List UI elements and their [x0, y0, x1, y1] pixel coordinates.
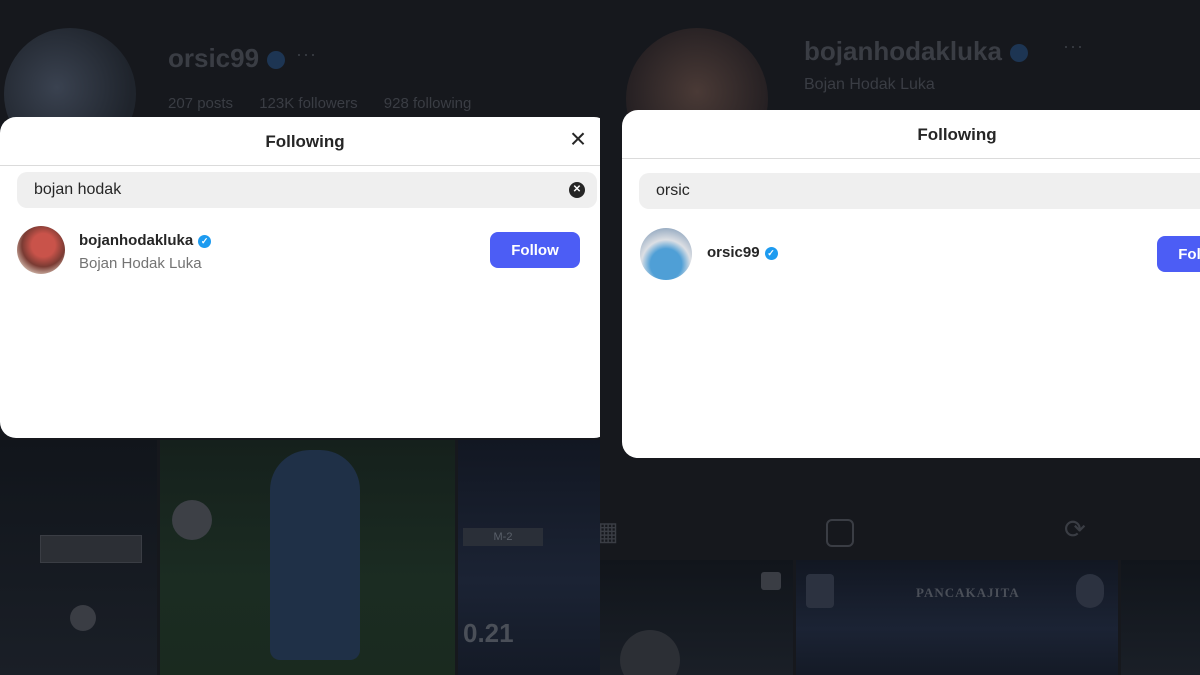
result-full-name: Bojan Hodak Luka — [79, 255, 202, 272]
post-tile[interactable]: PANCAKAJITA — [796, 560, 1118, 675]
ball-image — [70, 605, 96, 631]
followers-count[interactable]: 123K followers — [259, 95, 357, 112]
profile-username-text: orsic99 — [168, 43, 260, 73]
tagged-icon[interactable]: ⟳ — [1064, 514, 1086, 545]
list-item[interactable]: orsic99 ✓ Follow — [622, 224, 1200, 284]
left-screenshot: orsic99 ··· 207 posts 123K followers 928… — [0, 0, 600, 675]
modal-header: Following × — [0, 117, 600, 166]
close-icon[interactable]: × — [566, 125, 590, 153]
video-icon — [761, 572, 781, 590]
club-crest-icon — [1076, 574, 1104, 608]
search-input[interactable] — [656, 173, 1152, 209]
modal-title: Following — [265, 132, 345, 151]
follow-button[interactable]: Follow — [490, 232, 580, 268]
club-crest-icon — [806, 574, 834, 608]
post-tile[interactable] — [0, 440, 157, 675]
stat-number: 0.21 — [463, 618, 514, 648]
post-tile[interactable] — [1121, 560, 1200, 675]
grid-icon[interactable]: ▦ — [600, 516, 619, 547]
post-tile[interactable]: M-2 0.21 — [458, 440, 600, 675]
ball-image — [172, 500, 212, 540]
search-bar[interactable] — [639, 173, 1200, 209]
score-mini: M-2 — [463, 528, 543, 546]
post-tile[interactable] — [160, 440, 455, 675]
avatar[interactable] — [640, 228, 692, 280]
clear-search-icon[interactable]: ✕ — [569, 182, 585, 198]
verified-icon: ✓ — [198, 235, 212, 248]
verified-icon — [1009, 44, 1028, 63]
profile-username-text: bojanhodakluka — [804, 36, 1002, 66]
result-username[interactable]: orsic99 ✓ — [707, 244, 778, 261]
profile-stats: 207 posts 123K followers 928 following — [168, 95, 493, 112]
modal-header: Following — [622, 110, 1200, 159]
search-bar[interactable]: ✕ — [17, 172, 597, 208]
posts-count: 207 posts — [168, 95, 234, 112]
verified-icon: ✓ — [764, 247, 778, 260]
following-count[interactable]: 928 following — [384, 95, 472, 112]
verified-icon — [267, 51, 286, 70]
post-caption: PANCAKAJITA — [916, 585, 1020, 600]
person-silhouette — [620, 630, 680, 675]
more-options-icon[interactable]: ··· — [296, 44, 317, 65]
search-input[interactable] — [34, 172, 498, 208]
list-item[interactable]: bojanhodakluka ✓ Bojan Hodak Luka Follow — [0, 220, 600, 280]
following-modal: Following orsic99 ✓ Follow — [622, 110, 1200, 458]
profile-full-name: Bojan Hodak Luka — [804, 76, 935, 93]
profile-username: bojanhodakluka — [804, 36, 1028, 67]
player-silhouette — [270, 450, 360, 660]
follow-button[interactable]: Follow — [1157, 236, 1200, 272]
more-options-icon[interactable]: ··· — [1063, 36, 1084, 57]
result-username-text[interactable]: orsic99 — [707, 244, 760, 261]
modal-title: Following — [917, 125, 997, 144]
post-banner — [40, 535, 142, 563]
reels-icon[interactable] — [826, 519, 854, 547]
right-screenshot: bojanhodakluka ··· Bojan Hodak Luka ▦ ⟳ … — [600, 0, 1200, 675]
following-modal: Following × ✕ bojanhodakluka ✓ Bojan Hoda… — [0, 117, 600, 438]
avatar[interactable] — [17, 226, 65, 274]
post-tile[interactable] — [600, 560, 793, 675]
result-username-text[interactable]: bojanhodakluka — [79, 232, 193, 249]
profile-username: orsic99 — [168, 43, 286, 74]
result-username[interactable]: bojanhodakluka ✓ — [79, 232, 212, 249]
